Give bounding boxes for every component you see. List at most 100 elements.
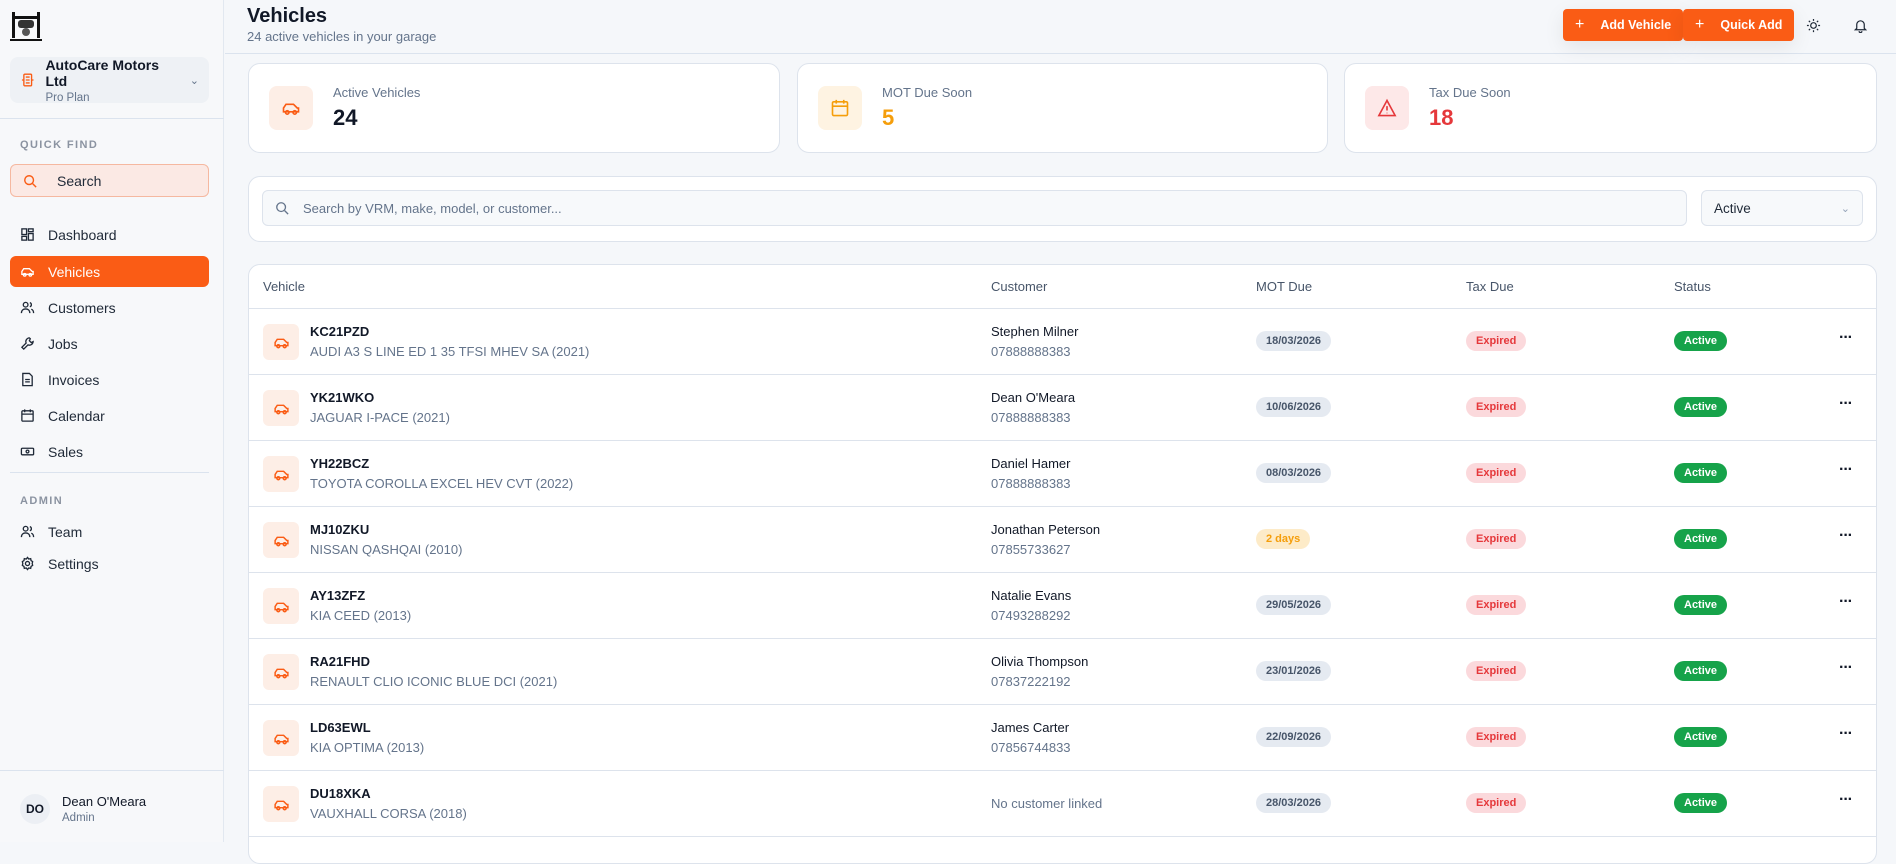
vehicle-cell[interactable]: KC21PZD AUDI A3 S LINE ED 1 35 TFSI MHEV … [310, 324, 589, 359]
tax-due-badge: Expired [1466, 595, 1527, 615]
quick-add-button[interactable]: + Quick Add [1683, 9, 1795, 41]
sidebar-search-button[interactable]: Search [10, 164, 209, 197]
sidebar-item-team[interactable]: Team [10, 516, 209, 547]
stat-card-tax-due: Tax Due Soon 18 [1344, 63, 1877, 153]
table-row[interactable]: YH22BCZ TOYOTA COROLLA EXCEL HEV CVT (202… [249, 441, 1876, 507]
table-row[interactable]: RA21FHD RENAULT CLIO ICONIC BLUE DCI (202… [249, 639, 1876, 705]
sidebar-item-jobs[interactable]: Jobs [10, 328, 209, 359]
status-badge: Active [1674, 397, 1728, 417]
more-actions-icon[interactable]: ··· [1839, 593, 1853, 611]
vehicle-cell[interactable]: DU18XKA VAUXHALL CORSA (2018) [310, 786, 467, 821]
mot-due-badge: 18/03/2026 [1256, 331, 1332, 351]
customer-cell[interactable]: James Carter 07856744833 [991, 720, 1071, 755]
sidebar-item-invoices[interactable]: Invoices [10, 364, 209, 395]
customer-phone: 07856744833 [991, 740, 1071, 755]
admin-heading: ADMIN [20, 495, 64, 507]
gear-icon [21, 556, 34, 571]
vehicle-cell[interactable]: RA21FHD RENAULT CLIO ICONIC BLUE DCI (202… [310, 654, 557, 689]
file-icon [22, 372, 33, 387]
garage-logo[interactable] [10, 10, 42, 42]
stat-value: 5 [882, 105, 895, 130]
customer-cell[interactable]: Daniel Hamer 07888888383 [991, 456, 1071, 491]
column-header[interactable]: Status [1674, 279, 1711, 294]
table-row[interactable]: KC21PZD AUDI A3 S LINE ED 1 35 TFSI MHEV … [249, 309, 1876, 375]
more-actions-icon[interactable]: ··· [1839, 659, 1853, 677]
vehicle-model: TOYOTA COROLLA EXCEL HEV CVT (2022) [310, 476, 574, 491]
notifications-button[interactable] [1849, 14, 1871, 36]
vehicles-table: Vehicle Customer MOT Due Tax Due Status … [248, 264, 1877, 864]
more-actions-icon[interactable]: ··· [1839, 461, 1853, 479]
add-vehicle-button[interactable]: + Add Vehicle [1563, 9, 1684, 41]
car-icon [263, 654, 299, 690]
car-icon [263, 786, 299, 822]
vehicle-cell[interactable]: YH22BCZ TOYOTA COROLLA EXCEL HEV CVT (202… [310, 456, 573, 491]
customer-cell[interactable]: Jonathan Peterson 07855733627 [991, 522, 1100, 557]
status-badge: Active [1674, 331, 1728, 351]
nav-label: Jobs [48, 335, 78, 352]
nav-label: Team [48, 523, 83, 540]
tax-due-badge: Expired [1466, 793, 1527, 813]
search-label: Search [57, 172, 102, 189]
status-badge: Active [1674, 661, 1728, 681]
sidebar-item-dashboard[interactable]: Dashboard [10, 219, 209, 250]
sidebar-item-sales[interactable]: Sales [10, 436, 209, 467]
table-row[interactable]: LD63EWL KIA OPTIMA (2013) James Carter 078… [249, 705, 1876, 771]
sidebar-item-vehicles[interactable]: Vehicles [10, 256, 209, 287]
column-header[interactable]: Vehicle [263, 279, 305, 294]
vehicle-model: JAGUAR I-PACE (2021) [310, 410, 450, 425]
column-header[interactable]: MOT Due [1256, 279, 1312, 294]
user-menu[interactable]: DO Dean O'Meara Admin [20, 794, 146, 824]
vehicle-vrm: YH22BCZ [310, 456, 370, 471]
vehicle-search-input[interactable]: Search by VRM, make, model, or customer.… [262, 190, 1687, 226]
customer-phone: 07855733627 [991, 542, 1071, 557]
customer-cell[interactable]: Dean O'Meara 07888888383 [991, 390, 1075, 425]
chevron-down-icon: ⌄ [1840, 202, 1850, 215]
stat-value: 24 [333, 105, 358, 130]
vehicle-model: RENAULT CLIO ICONIC BLUE DCI (2021) [310, 674, 558, 689]
table-row[interactable]: MJ10ZKU NISSAN QASHQAI (2010) Jonathan Pe… [249, 507, 1876, 573]
nav-label: Customers [48, 299, 116, 316]
cash-icon [20, 447, 35, 456]
customer-cell[interactable]: Olivia Thompson 07837222192 [991, 654, 1088, 689]
theme-toggle-button[interactable] [1802, 14, 1824, 36]
more-actions-icon[interactable]: ··· [1839, 395, 1853, 413]
table-row[interactable]: AY13ZFZ KIA CEED (2013) Natalie Evans 0749… [249, 573, 1876, 639]
car-icon [263, 390, 299, 426]
tax-due-badge: Expired [1466, 661, 1527, 681]
sun-icon [1806, 18, 1820, 32]
more-actions-icon[interactable]: ··· [1839, 527, 1853, 545]
search-icon [24, 174, 37, 188]
sidebar-item-calendar[interactable]: Calendar [10, 400, 209, 431]
column-header[interactable]: Customer [991, 279, 1047, 294]
more-actions-icon[interactable]: ··· [1839, 329, 1853, 347]
more-actions-icon[interactable]: ··· [1839, 791, 1853, 809]
sidebar-item-customers[interactable]: Customers [10, 292, 209, 323]
stat-card-mot-due: MOT Due Soon 5 [797, 63, 1328, 153]
nav-label: Calendar [48, 407, 105, 424]
vehicle-vrm: YK21WKO [310, 390, 375, 405]
car-icon [21, 268, 34, 277]
user-name: Dean O'Meara [62, 794, 147, 809]
users-icon [20, 525, 35, 538]
customer-cell[interactable]: Natalie Evans 07493288292 [991, 588, 1071, 623]
search-placeholder: Search by VRM, make, model, or customer.… [303, 200, 562, 216]
wrench-icon [20, 337, 34, 351]
vehicle-cell[interactable]: AY13ZFZ KIA CEED (2013) [310, 588, 411, 623]
table-row[interactable]: DU18XKA VAUXHALL CORSA (2018) No customer… [249, 771, 1876, 837]
stat-label: MOT Due Soon [882, 85, 973, 100]
status-filter-select[interactable]: Active ⌄ [1701, 190, 1863, 226]
sidebar-item-settings[interactable]: Settings [10, 548, 209, 579]
more-actions-icon[interactable]: ··· [1839, 725, 1853, 743]
vehicle-cell[interactable]: LD63EWL KIA OPTIMA (2013) [310, 720, 424, 755]
customer-name: Daniel Hamer [991, 456, 1071, 471]
table-row[interactable]: YK21WKO JAGUAR I-PACE (2021) Dean O'Meara… [249, 375, 1876, 441]
customer-cell[interactable]: Stephen Milner 07888888383 [991, 324, 1078, 359]
vehicle-model: NISSAN QASHQAI (2010) [310, 542, 463, 557]
column-header[interactable]: Tax Due [1466, 279, 1514, 294]
vehicle-cell[interactable]: MJ10ZKU NISSAN QASHQAI (2010) [310, 522, 462, 557]
mot-due-badge: 10/06/2026 [1256, 397, 1332, 417]
customer-phone: 07837222192 [991, 674, 1071, 689]
company-switcher[interactable]: AutoCare Motors Ltd Pro Plan ⌄ [10, 57, 209, 104]
page-title: Vehicles [247, 5, 328, 27]
vehicle-cell[interactable]: YK21WKO JAGUAR I-PACE (2021) [310, 390, 450, 425]
